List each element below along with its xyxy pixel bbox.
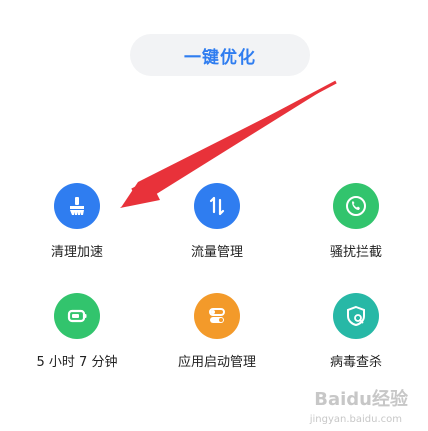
toggle-app-icon [194, 293, 240, 339]
virus-scan-icon [333, 293, 379, 339]
tile-label: 骚扰拦截 [329, 245, 382, 260]
tile-virus-scan[interactable]: 病毒查杀 [301, 293, 411, 383]
tile-label: 病毒查杀 [329, 355, 382, 370]
battery-icon [54, 293, 100, 339]
tile-harassment-block[interactable]: 骚扰拦截 [301, 183, 411, 273]
tile-label: 清理加速 [50, 245, 103, 260]
tile-label: 应用启动管理 [177, 355, 256, 370]
tile-traffic-management[interactable]: 流量管理 [162, 183, 272, 273]
tile-battery[interactable]: 5 小时 7 分钟 [22, 293, 132, 383]
tile-app-startup-management[interactable]: 应用启动管理 [162, 293, 272, 383]
one-click-optimize-label: 一键优化 [184, 47, 256, 68]
tile-label: 流量管理 [190, 245, 243, 260]
tile-label: 5 小时 7 分钟 [36, 355, 118, 370]
watermark-sub: jingyan.baidu.com [309, 414, 402, 425]
watermark: Baidu经验 [314, 389, 408, 410]
broom-icon [54, 183, 100, 229]
one-click-optimize-button[interactable]: 一键优化 [130, 34, 310, 76]
tile-clean-speedup[interactable]: 清理加速 [22, 183, 132, 273]
phone-shield-icon [333, 183, 379, 229]
traffic-arrows-icon [194, 183, 240, 229]
